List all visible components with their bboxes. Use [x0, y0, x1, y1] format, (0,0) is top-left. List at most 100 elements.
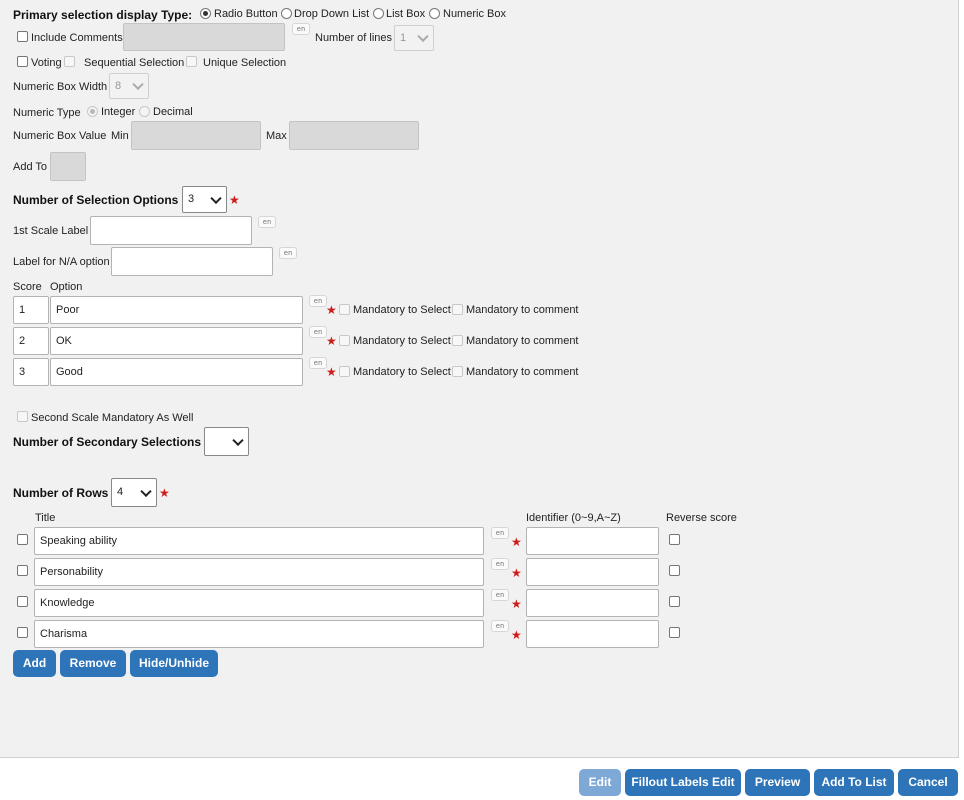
max-input — [289, 121, 419, 150]
mandatory-select-label: Mandatory to Select — [353, 366, 451, 378]
voting-checkbox[interactable] — [17, 56, 28, 67]
fillout-labels-edit-button[interactable]: Fillout Labels Edit — [625, 769, 741, 796]
integer-radio — [87, 106, 98, 117]
preview-button[interactable]: Preview — [745, 769, 810, 796]
second-scale-checkbox — [17, 411, 28, 422]
scale-label-input[interactable] — [90, 216, 252, 245]
radio-button-option[interactable] — [200, 8, 211, 19]
reverse-score-header: Reverse score — [666, 512, 737, 524]
chevron-down-icon — [232, 434, 244, 446]
row-select-checkbox[interactable] — [17, 596, 28, 607]
unique-selection-checkbox — [186, 56, 197, 67]
mandatory-select-checkbox — [339, 335, 350, 346]
na-label-input[interactable] — [111, 247, 273, 276]
row-identifier-input[interactable] — [526, 589, 659, 617]
question-settings-panel: Primary selection display Type: Radio Bu… — [0, 0, 959, 758]
decimal-radio — [139, 106, 150, 117]
mandatory-comment-checkbox — [452, 335, 463, 346]
chevron-down-icon — [417, 30, 429, 43]
score-input[interactable]: 2 — [13, 327, 49, 355]
language-tag[interactable]: en — [309, 295, 327, 307]
numeric-box-value-label: Numeric Box Value — [13, 130, 107, 142]
identifier-header: Identifier (0~9,A~Z) — [526, 512, 621, 524]
language-tag[interactable]: en — [309, 326, 327, 338]
chevron-down-icon — [140, 485, 152, 497]
numeric-box-option[interactable] — [429, 8, 440, 19]
list-box-option[interactable] — [373, 8, 384, 19]
score-input[interactable]: 3 — [13, 358, 49, 386]
chevron-down-icon — [132, 78, 144, 91]
drop-down-list-option[interactable] — [281, 8, 292, 19]
language-tag[interactable]: en — [491, 527, 509, 539]
mandatory-select-checkbox — [339, 366, 350, 377]
min-input — [131, 121, 261, 150]
secondary-selections-label: Number of Secondary Selections — [13, 435, 202, 449]
mandatory-comment-checkbox — [452, 304, 463, 315]
required-star-icon: ★ — [326, 365, 337, 379]
numeric-box-option-label: Numeric Box — [443, 8, 506, 20]
numeric-type-label: Numeric Type — [13, 107, 81, 119]
language-tag[interactable]: en — [292, 23, 310, 35]
option-input[interactable]: Good — [50, 358, 303, 386]
language-tag[interactable]: en — [491, 589, 509, 601]
score-input[interactable]: 1 — [13, 296, 49, 324]
scale-label-label: 1st Scale Label — [13, 225, 89, 237]
edit-button[interactable]: Edit — [579, 769, 621, 796]
mandatory-select-checkbox — [339, 304, 350, 315]
include-comments-label: Include Comments — [31, 32, 123, 44]
selection-options-value: 3 — [188, 193, 195, 205]
row-identifier-input[interactable] — [526, 527, 659, 555]
row-identifier-input[interactable] — [526, 558, 659, 586]
reverse-score-checkbox[interactable] — [669, 596, 680, 607]
include-comments-checkbox[interactable] — [17, 31, 28, 42]
required-star-icon: ★ — [511, 535, 522, 549]
voting-label: Voting — [31, 57, 62, 69]
required-star-icon: ★ — [326, 334, 337, 348]
title-header: Title — [35, 512, 56, 524]
number-of-lines-label: Number of lines — [315, 32, 393, 44]
add-row-button[interactable]: Add — [13, 650, 56, 677]
remove-row-button[interactable]: Remove — [60, 650, 126, 677]
cancel-button[interactable]: Cancel — [898, 769, 958, 796]
reverse-score-checkbox[interactable] — [669, 534, 680, 545]
drop-down-list-option-label: Drop Down List — [294, 8, 370, 20]
mandatory-comment-label: Mandatory to comment — [466, 335, 579, 347]
mandatory-select-label: Mandatory to Select — [353, 304, 451, 316]
language-tag[interactable]: en — [309, 357, 327, 369]
add-to-list-button[interactable]: Add To List — [814, 769, 894, 796]
option-input[interactable]: Poor — [50, 296, 303, 324]
language-tag[interactable]: en — [491, 620, 509, 632]
hide-unhide-button[interactable]: Hide/Unhide — [130, 650, 218, 677]
reverse-score-checkbox[interactable] — [669, 627, 680, 638]
score-header: Score — [13, 281, 42, 293]
row-title-input[interactable]: Speaking ability — [34, 527, 484, 555]
min-label: Min — [111, 130, 129, 142]
secondary-selections-select[interactable] — [204, 427, 249, 456]
add-to-input — [50, 152, 86, 181]
rows-count-select[interactable]: 4 — [111, 478, 157, 507]
row-select-checkbox[interactable] — [17, 627, 28, 638]
unique-selection-label: Unique Selection — [203, 57, 287, 69]
rows-count-label: Number of Rows — [13, 486, 109, 500]
reverse-score-checkbox[interactable] — [669, 565, 680, 576]
row-title-input[interactable]: Personability — [34, 558, 484, 586]
required-star-icon: ★ — [326, 303, 337, 317]
row-identifier-input[interactable] — [526, 620, 659, 648]
row-title-input[interactable]: Knowledge — [34, 589, 484, 617]
language-tag[interactable]: en — [258, 216, 276, 228]
mandatory-comment-label: Mandatory to comment — [466, 366, 579, 378]
row-select-checkbox[interactable] — [17, 565, 28, 576]
number-of-lines-value: 1 — [400, 32, 407, 44]
required-star-icon: ★ — [159, 486, 170, 500]
number-of-lines-select: 1 — [394, 25, 434, 51]
option-input[interactable]: OK — [50, 327, 303, 355]
required-star-icon: ★ — [511, 628, 522, 642]
row-title-input[interactable]: Charisma — [34, 620, 484, 648]
language-tag[interactable]: en — [491, 558, 509, 570]
language-tag[interactable]: en — [279, 247, 297, 259]
display-type-label: Primary selection display Type: — [13, 8, 193, 22]
selection-options-select[interactable]: 3 — [182, 186, 227, 213]
row-select-checkbox[interactable] — [17, 534, 28, 545]
sequential-selection-checkbox — [64, 56, 75, 67]
numeric-box-width-select: 8 — [109, 73, 149, 99]
